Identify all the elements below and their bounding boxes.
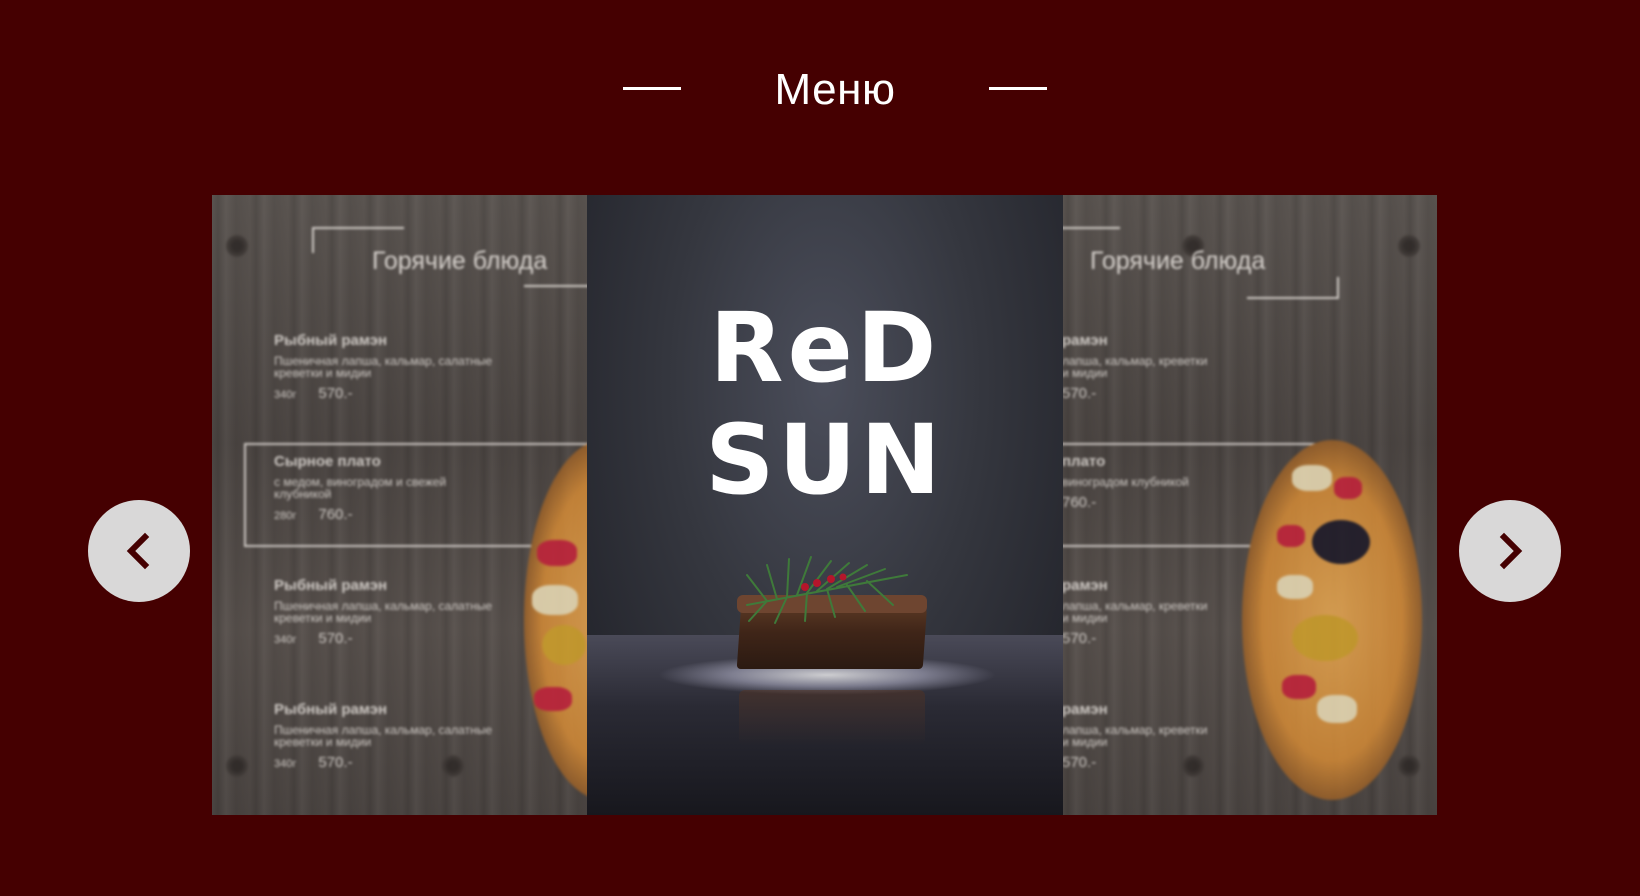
- cake-reflection-image: [739, 690, 925, 745]
- menu-page-previous[interactable]: Горячие блюда Рыбный рамэн Пшеничная лап…: [212, 195, 588, 815]
- strawberry-image: [1277, 525, 1305, 547]
- menu-item: рамэн лапша, кальмар, креветки и мидии 5…: [1062, 577, 1208, 647]
- wood-bolt-decoration: [226, 755, 248, 777]
- menu-item: рамэн лапша, кальмар, креветки и мидии 5…: [1062, 701, 1208, 771]
- cheese-image: [532, 585, 578, 615]
- menu-item: Рыбный рамэн Пшеничная лапша, кальмар, с…: [274, 701, 492, 771]
- title-bracket-bottom: [524, 285, 588, 299]
- grapes-image: [1312, 520, 1370, 564]
- menu-section: Меню Горячие блюда Рыбный рамэн Пшенична…: [0, 0, 1640, 896]
- cheese-image: [1317, 695, 1357, 723]
- title-bracket-top: [1062, 227, 1120, 253]
- menu-item: Сырное плато с медом, виноградом и свеже…: [274, 453, 447, 523]
- heading-dash-right: [989, 87, 1047, 90]
- honey-bowl-image: [1292, 615, 1358, 661]
- cover-logo-line2: SUN: [705, 404, 945, 516]
- chevron-right-icon: [1499, 532, 1523, 570]
- section-heading: Меню: [0, 62, 1640, 118]
- wood-bolt-decoration: [1398, 755, 1420, 777]
- cover-logo-line1: ReD: [709, 292, 941, 404]
- menu-item: Рыбный рамэн Пшеничная лапша, кальмар, с…: [274, 332, 492, 402]
- menu-page-section-title: Горячие блюда: [372, 247, 548, 275]
- heading-dash-left: [623, 87, 681, 90]
- carousel-next-button[interactable]: [1459, 500, 1561, 602]
- section-title: Меню: [774, 65, 896, 114]
- chevron-left-icon: [126, 532, 150, 570]
- menu-item: плато виноградом клубникой 760.-: [1062, 453, 1189, 511]
- wood-bolt-decoration: [1398, 235, 1420, 257]
- title-bracket-bottom: [1247, 277, 1339, 299]
- menu-cover-current[interactable]: ReD SUN: [587, 195, 1063, 815]
- honey-bowl-image: [542, 625, 586, 665]
- strawberry-image: [537, 540, 577, 566]
- wood-bolt-decoration: [226, 235, 248, 257]
- menu-item: рамэн лапша, кальмар, креветки и мидии 5…: [1062, 332, 1208, 402]
- cheese-image: [1277, 575, 1313, 599]
- cheese-image: [1292, 465, 1332, 491]
- strawberry-image: [1282, 675, 1316, 699]
- strawberry-image: [1334, 477, 1362, 499]
- pine-branch-image: [746, 556, 908, 624]
- menu-page-next[interactable]: Горячие блюда рамэн лапша, кальмар, крев…: [1062, 195, 1437, 815]
- menu-item: Рыбный рамэн Пшеничная лапша, кальмар, с…: [274, 577, 492, 647]
- carousel-prev-button[interactable]: [88, 500, 190, 602]
- strawberry-image: [534, 687, 572, 711]
